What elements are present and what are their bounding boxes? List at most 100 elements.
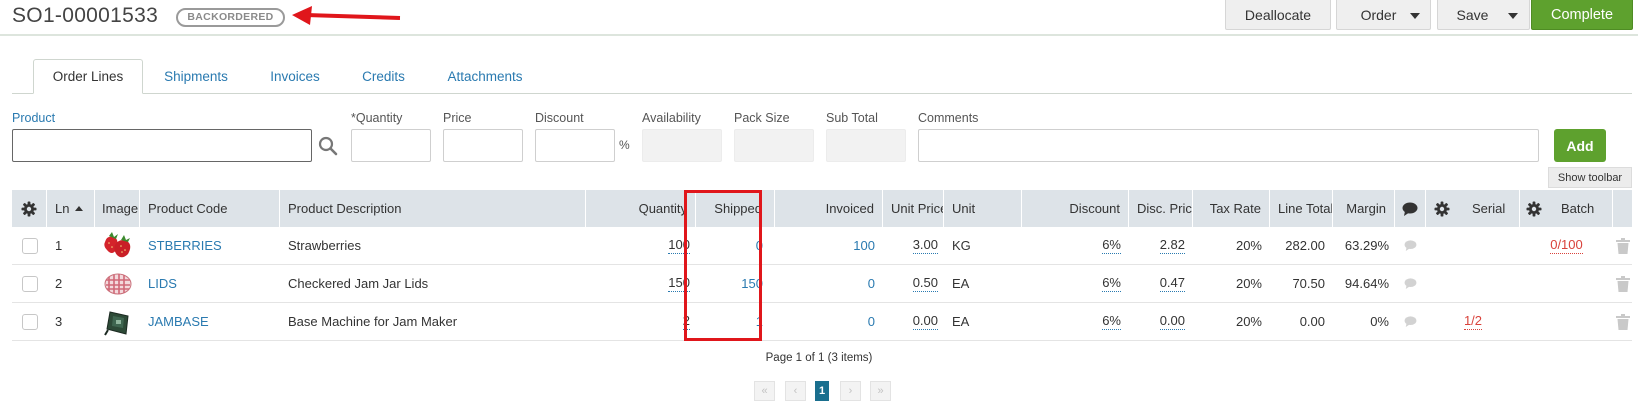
tab-invoices[interactable]: Invoices <box>255 59 335 94</box>
unit-price-cell[interactable]: 0.00 <box>883 303 944 340</box>
strawberry-icon <box>103 231 130 257</box>
order-label: Order <box>1360 6 1397 23</box>
order-menu-button[interactable]: Order <box>1336 0 1431 30</box>
invoiced-link[interactable]: 0 <box>775 265 883 302</box>
row-checkbox[interactable] <box>21 237 38 254</box>
tab-attachments[interactable]: Attachments <box>439 59 531 94</box>
product-code-link[interactable]: STBERRIES <box>140 227 280 264</box>
tab-order-lines[interactable]: Order Lines <box>33 59 143 94</box>
product-code-link[interactable]: LIDS <box>140 265 280 302</box>
quantity-cell[interactable]: 150 <box>586 265 696 302</box>
chevron-down-icon <box>1410 13 1420 19</box>
show-toolbar-button[interactable]: Show toolbar <box>1548 167 1632 188</box>
last-page-button[interactable]: » <box>870 381 891 401</box>
quantity-cell[interactable]: 100 <box>586 227 696 264</box>
sort-ascending-icon <box>75 206 84 211</box>
row-comment-button[interactable] <box>1395 303 1426 340</box>
disc-price-cell[interactable]: 0.00 <box>1129 303 1193 340</box>
discount-cell[interactable]: 6% <box>1022 303 1129 340</box>
delete-row-button[interactable] <box>1613 265 1632 302</box>
add-button[interactable]: Add <box>1554 129 1606 162</box>
header-divider <box>0 34 1638 36</box>
product-description: Base Machine for Jam Maker <box>288 314 458 329</box>
column-header-comments[interactable] <box>1395 190 1426 227</box>
complete-button[interactable]: Complete <box>1531 0 1633 30</box>
serial-link[interactable] <box>1426 227 1520 264</box>
column-header-unit-price[interactable]: Unit Price <box>883 190 944 227</box>
delete-row-button[interactable] <box>1613 303 1632 340</box>
disc-price-cell[interactable]: 0.47 <box>1129 265 1193 302</box>
column-header-disc-price[interactable]: Disc. Price <box>1129 190 1193 227</box>
row-checkbox[interactable] <box>21 313 38 330</box>
column-header-product-description[interactable]: Product Description <box>280 190 586 227</box>
batch-value[interactable]: 0/100 <box>1550 237 1583 254</box>
save-button[interactable]: Save <box>1437 0 1530 30</box>
table-row[interactable]: 1 STBERRIES Strawberries 100 0 100 3.00 … <box>12 227 1632 265</box>
column-header-serial[interactable]: Serial <box>1426 190 1520 227</box>
disc-price-value[interactable]: 0.00 <box>1159 313 1185 330</box>
unit-price-value[interactable]: 0.00 <box>912 313 938 330</box>
serial-value[interactable]: 1/2 <box>1463 313 1483 330</box>
invoiced-link[interactable]: 0 <box>775 303 883 340</box>
save-label: Save <box>1456 6 1489 23</box>
column-header-quantity[interactable]: Quantity <box>586 190 696 227</box>
comments-input[interactable] <box>918 129 1539 162</box>
discount-value[interactable]: 6% <box>1102 237 1121 254</box>
availability-label: Availability <box>642 111 701 125</box>
tab-credits[interactable]: Credits <box>350 59 417 94</box>
chevron-left-icon: ‹ <box>793 385 798 397</box>
serial-link[interactable]: 1/2 <box>1426 303 1520 340</box>
discount-value[interactable]: 6% <box>1102 313 1121 330</box>
column-header-batch[interactable]: Batch <box>1520 190 1613 227</box>
discount-cell[interactable]: 6% <box>1022 227 1129 264</box>
column-header-discount[interactable]: Discount <box>1022 190 1129 227</box>
column-header-margin[interactable]: Margin <box>1333 190 1395 227</box>
row-comment-button[interactable] <box>1395 227 1426 264</box>
column-header-ln[interactable]: Ln <box>47 190 95 227</box>
column-header-line-total[interactable]: Line Total <box>1270 190 1333 227</box>
column-header-image[interactable]: Image <box>95 190 140 227</box>
row-checkbox[interactable] <box>21 275 38 292</box>
quantity-cell[interactable]: 2 <box>586 303 696 340</box>
unit-price-value[interactable]: 0.50 <box>912 275 938 292</box>
unit-price-value[interactable]: 3.00 <box>912 237 938 254</box>
price-input[interactable] <box>443 129 523 162</box>
current-page-button[interactable]: 1 <box>815 381 829 401</box>
trash-icon <box>1615 275 1630 292</box>
previous-page-button[interactable]: ‹ <box>785 381 806 401</box>
discount-cell[interactable]: 6% <box>1022 265 1129 302</box>
product-code-link[interactable]: JAMBASE <box>140 303 280 340</box>
column-header-product-code[interactable]: Product Code <box>140 190 280 227</box>
row-comment-button[interactable] <box>1395 265 1426 302</box>
search-icon[interactable] <box>318 136 338 156</box>
first-page-button[interactable]: « <box>754 381 775 401</box>
deallocate-button[interactable]: Deallocate <box>1225 0 1331 30</box>
column-settings-button[interactable] <box>12 190 47 227</box>
delete-row-button[interactable] <box>1613 227 1632 264</box>
product-input[interactable] <box>12 129 312 162</box>
invoiced-link[interactable]: 100 <box>775 227 883 264</box>
batch-link[interactable]: 0/100 <box>1520 227 1613 264</box>
batch-link[interactable] <box>1520 303 1613 340</box>
disc-price-value[interactable]: 0.47 <box>1159 275 1185 292</box>
grid-header: Ln Image Product Code Product Descriptio… <box>12 190 1632 227</box>
machine-base-icon <box>103 310 129 336</box>
next-page-button[interactable]: › <box>840 381 861 401</box>
tab-shipments[interactable]: Shipments <box>150 59 242 94</box>
quantity-input[interactable] <box>351 129 431 162</box>
availability-field <box>642 129 722 162</box>
column-header-invoiced[interactable]: Invoiced <box>775 190 883 227</box>
column-header-tax-rate[interactable]: Tax Rate <box>1193 190 1270 227</box>
tax-rate-value: 20% <box>1235 314 1262 329</box>
unit-price-cell[interactable]: 0.50 <box>883 265 944 302</box>
table-row[interactable]: 3 JAMBASE Base Machine for Jam Maker 2 1… <box>12 303 1632 341</box>
unit-price-cell[interactable]: 3.00 <box>883 227 944 264</box>
serial-link[interactable] <box>1426 265 1520 302</box>
table-row[interactable]: 2 LIDS Checkered Jam Jar Lids 150 150 0 … <box>12 265 1632 303</box>
batch-link[interactable] <box>1520 265 1613 302</box>
disc-price-value[interactable]: 2.82 <box>1159 237 1185 254</box>
discount-value[interactable]: 6% <box>1102 275 1121 292</box>
discount-input[interactable] <box>535 129 615 162</box>
disc-price-cell[interactable]: 2.82 <box>1129 227 1193 264</box>
column-header-unit[interactable]: Unit <box>944 190 1022 227</box>
